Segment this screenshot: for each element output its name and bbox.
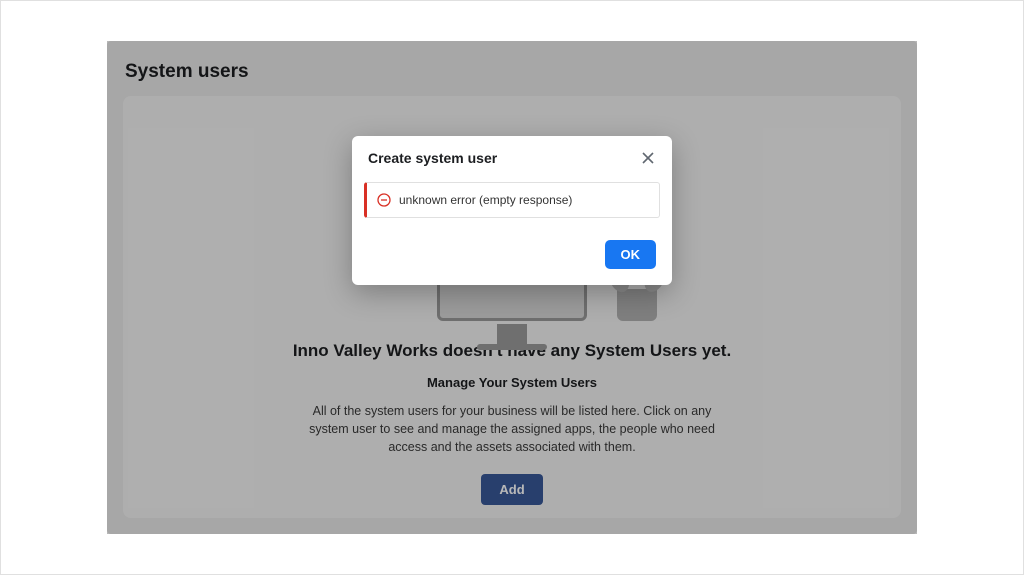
- create-system-user-modal: Create system user unkn: [352, 136, 672, 285]
- modal-overlay[interactable]: [107, 41, 917, 534]
- ok-button[interactable]: OK: [605, 240, 657, 269]
- modal-title: Create system user: [368, 150, 497, 166]
- error-message: unknown error (empty response): [399, 193, 572, 207]
- error-box: unknown error (empty response): [364, 182, 660, 218]
- inner-frame: System users: [11, 11, 1013, 564]
- modal-footer: OK: [352, 232, 672, 285]
- outer-frame: System users: [0, 0, 1024, 575]
- modal-header: Create system user: [352, 136, 672, 174]
- error-icon: [377, 193, 391, 207]
- modal-body: unknown error (empty response): [352, 174, 672, 232]
- app-panel: System users: [107, 41, 917, 534]
- close-icon[interactable]: [640, 150, 656, 166]
